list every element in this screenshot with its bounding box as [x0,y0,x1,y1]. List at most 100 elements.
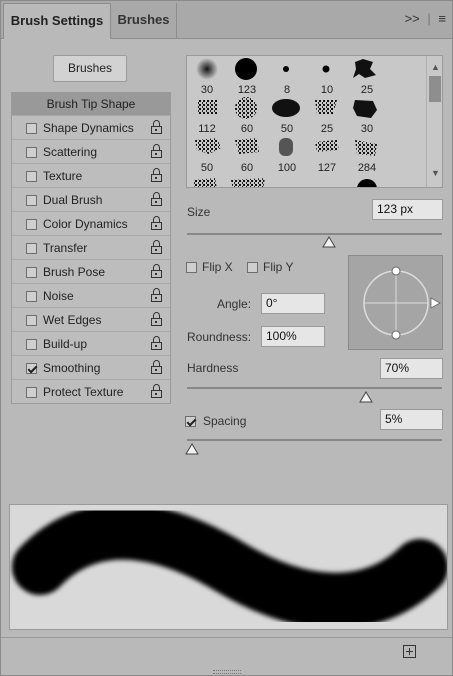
option-smoothing[interactable]: Smoothing [12,357,170,380]
hardness-field[interactable]: 70% [380,358,443,379]
brush-tip-splatter[interactable] [193,178,217,188]
option-wet-edges[interactable]: Wet Edges [12,309,170,332]
roundness-handle-top[interactable] [391,266,401,276]
brush-tip-cell[interactable]: 127 [307,134,347,175]
option-dual-brush[interactable]: Dual Brush [12,189,170,212]
brush-tip-cell[interactable]: 50 [187,134,227,175]
stroke-preview-path [12,505,447,629]
lock-icon[interactable] [151,192,162,206]
roundness-field[interactable]: 100% [261,326,325,347]
brush-tip-cell[interactable]: 30 [187,56,227,97]
lock-icon[interactable] [151,312,162,326]
brush-tip-hard-round[interactable] [357,179,377,188]
option-shape-dynamics[interactable]: Shape Dynamics [12,117,170,140]
flip-x-checkbox[interactable] [186,262,197,273]
brush-tip-cell[interactable]: 8 [267,56,307,97]
brush-tip-cell[interactable]: 112 [187,95,227,136]
spacing-field[interactable]: 5% [380,409,443,430]
smoothing-checkbox[interactable] [26,363,37,374]
lock-icon[interactable] [151,360,162,374]
brush-tip-cell[interactable]: 50 [267,95,307,136]
lock-icon[interactable] [151,288,162,302]
brush-size-label: 100 [277,162,297,174]
brush-grid-scrollbar[interactable]: ▲ ▼ [426,56,442,187]
option-brush-pose[interactable]: Brush Pose [12,261,170,284]
option-label: Protect Texture [43,385,124,399]
tab-brush-settings[interactable]: Brush Settings [3,3,111,39]
noise-checkbox[interactable] [26,291,37,302]
option-label: Noise [43,289,74,303]
option-label: Build-up [43,337,88,351]
tab-brushes[interactable]: Brushes [111,3,177,39]
brush-tip-cell[interactable]: 25 [347,56,387,97]
brush-tip-cell[interactable]: 25 [307,95,347,136]
brush-tip-cell[interactable]: 60 [227,134,267,175]
option-label: Brush Pose [43,265,106,279]
panel-separator: | [427,11,431,26]
option-label: Wet Edges [43,313,102,327]
lock-icon[interactable] [151,336,162,350]
lock-icon[interactable] [151,168,162,182]
create-new-brush-icon[interactable] [403,645,416,658]
brush-size-label: 284 [357,162,377,174]
brush-tip-cell[interactable]: 10 [307,56,347,97]
scroll-thumb[interactable] [429,76,441,102]
lock-icon[interactable] [151,216,162,230]
size-slider-track[interactable] [187,233,442,235]
resize-grip-icon[interactable] [213,670,241,674]
hardness-label: Hardness [187,361,239,375]
option-label: Smoothing [43,361,101,375]
angle-arrow-icon[interactable] [430,297,441,309]
scroll-up-icon[interactable]: ▲ [431,62,440,72]
size-field[interactable]: 123 px [372,199,443,220]
wet-edges-checkbox[interactable] [26,315,37,326]
spacing-slider-track[interactable] [187,439,442,441]
option-color-dynamics[interactable]: Color Dynamics [12,213,170,236]
lock-icon[interactable] [151,264,162,278]
lock-icon[interactable] [151,144,162,158]
angle-field[interactable]: 0° [261,293,325,314]
brushes-button[interactable]: Brushes [53,55,127,82]
brush-pose-checkbox[interactable] [26,267,37,278]
option-label: Transfer [43,241,88,255]
lock-icon[interactable] [151,240,162,254]
angle-roundness-widget[interactable] [348,255,443,350]
option-noise[interactable]: Noise [12,285,170,308]
protect-texture-checkbox[interactable] [26,387,37,398]
color-dynamics-checkbox[interactable] [26,219,37,230]
brush-size-label: 50 [200,162,214,174]
hardness-slider-track[interactable] [187,387,442,389]
option-scattering[interactable]: Scattering [12,141,170,164]
brush-tip-splatter[interactable] [231,178,265,188]
build-up-checkbox[interactable] [26,339,37,350]
collapse-icon[interactable]: >> [405,11,420,26]
brush-options-list: Brush Tip Shape Shape Dynamics Scatterin… [11,92,171,404]
brush-tip-cell[interactable]: 30 [347,95,387,136]
panel-menu-icon[interactable]: ≡ [438,11,446,26]
brush-tip-cell[interactable]: 284 [347,134,387,175]
lock-icon[interactable] [151,384,162,398]
option-texture[interactable]: Texture [12,165,170,188]
brush-tip-grid: 30 123 8 10 25 112 60 50 25 30 50 60 100… [186,55,443,188]
scattering-checkbox[interactable] [26,147,37,158]
scroll-down-icon[interactable]: ▼ [431,168,440,178]
brush-tip-cell[interactable]: 123 [227,56,267,97]
angle-label: Angle: [217,297,252,311]
dual-brush-checkbox[interactable] [26,195,37,206]
transfer-checkbox[interactable] [26,243,37,254]
flip-y-checkbox[interactable] [247,262,258,273]
brush-tip-shape-item[interactable]: Brush Tip Shape [12,93,170,116]
option-build-up[interactable]: Build-up [12,333,170,356]
texture-checkbox[interactable] [26,171,37,182]
spacing-checkbox[interactable] [185,416,196,427]
option-label: Dual Brush [43,193,103,207]
spacing-label: Spacing [203,414,247,428]
roundness-label: Roundness: [187,330,252,344]
brush-tip-cell[interactable]: 60 [227,95,267,136]
option-transfer[interactable]: Transfer [12,237,170,260]
brush-tip-cell[interactable]: 100 [267,134,307,175]
shape-dynamics-checkbox[interactable] [26,123,37,134]
option-protect-texture[interactable]: Protect Texture [12,381,170,404]
roundness-handle-bottom[interactable] [391,330,401,340]
lock-icon[interactable] [151,120,162,134]
